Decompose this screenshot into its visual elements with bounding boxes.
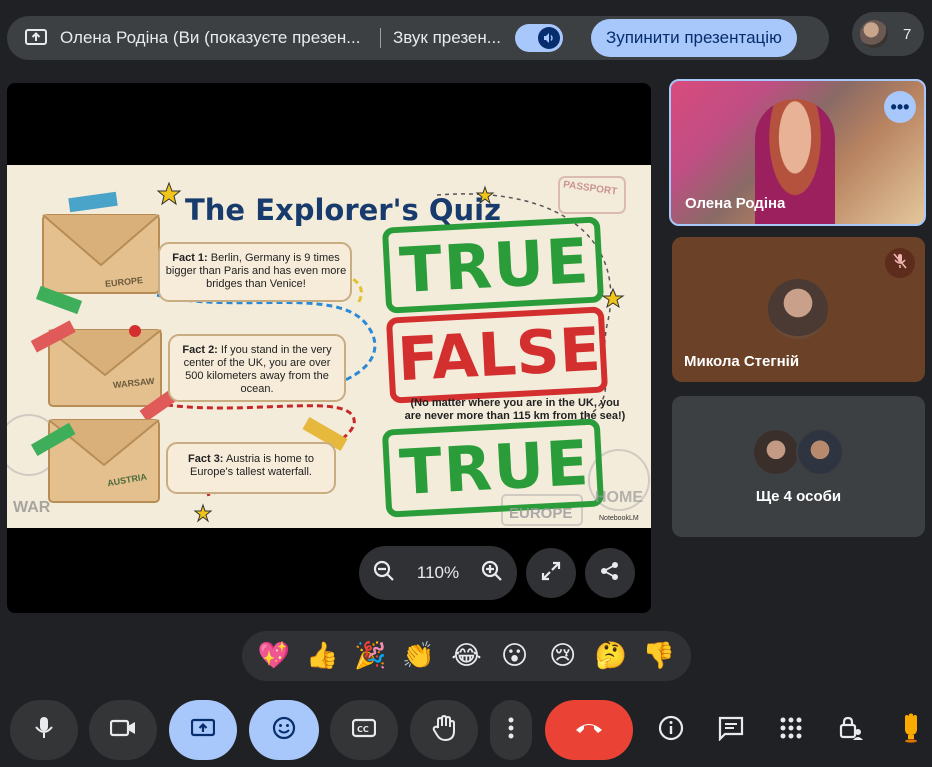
presenting-bar: Олена Родіна (Ви (показуєте презен... Зв… <box>7 16 829 60</box>
reaction-crying[interactable]: 😢 <box>546 639 580 673</box>
participant-name: Олена Родіна <box>685 195 786 212</box>
fact-1-card: Fact 1: Berlin, Germany is 9 times bigge… <box>165 252 347 291</box>
envelope-2 <box>30 320 184 422</box>
stamp-home: HOME <box>595 489 643 506</box>
participant-name: Микола Стегній <box>684 353 800 370</box>
zoom-level: 110% <box>416 563 460 582</box>
stamp-europe-bottom: EUROPE <box>509 505 573 522</box>
raise-hand-button[interactable] <box>410 700 478 760</box>
stamp-war: WAR <box>13 499 51 516</box>
fact-2-card: Fact 2: If you stand in the very center … <box>173 344 341 396</box>
fact-3-label: Fact 3: <box>188 453 224 465</box>
present-button[interactable] <box>169 700 237 760</box>
reactions-button[interactable] <box>249 700 319 760</box>
captions-icon: CC <box>351 718 377 743</box>
avatar <box>752 428 800 476</box>
reaction-thumbs-down[interactable]: 👎 <box>642 639 676 673</box>
participant-avatar <box>860 20 888 48</box>
avatar <box>768 279 828 339</box>
presentation-slide: The Explorer's Quiz Fact 1: Berlin, Germ… <box>7 165 651 528</box>
captions-button[interactable]: CC <box>330 700 398 760</box>
share-button[interactable] <box>585 548 635 598</box>
emoji-icon <box>272 716 296 745</box>
chat-button[interactable] <box>711 710 751 750</box>
mic-off-icon <box>893 252 907 274</box>
hand-icon <box>432 714 456 746</box>
mic-icon <box>34 716 54 745</box>
more-people-label: Ще 4 особи <box>755 488 842 505</box>
apps-grid-icon <box>780 717 802 744</box>
answer-2: FALSE <box>395 314 603 396</box>
fact-3-card: Fact 3: Austria is home to Europe's tall… <box>173 453 329 479</box>
raised-hand-yellow-icon <box>900 713 922 748</box>
share-icon <box>599 560 621 587</box>
presentation-sound-label: Звук презен... <box>393 28 501 47</box>
fullscreen-button[interactable] <box>526 548 576 598</box>
lock-person-icon <box>838 715 864 746</box>
reaction-party-popper[interactable]: 🎉 <box>353 639 387 673</box>
answer-note: (No matter where you are in the UK, you … <box>404 397 626 422</box>
host-controls-button[interactable] <box>831 710 871 750</box>
more-dots-icon: ••• <box>890 96 910 117</box>
reaction-surprised[interactable]: 😮 <box>498 639 532 673</box>
speaker-icon <box>537 27 560 49</box>
notebooklm-watermark: NotebookLM <box>599 515 639 522</box>
leave-call-button[interactable] <box>545 700 633 760</box>
answer-3: TRUE <box>397 426 593 509</box>
zoom-in-icon[interactable] <box>481 560 503 587</box>
end-call-icon <box>574 721 604 740</box>
reaction-thumbs-up[interactable]: 👍 <box>305 639 339 673</box>
stop-presenting-button[interactable]: Зупинити презентацію <box>590 19 797 57</box>
meeting-details-button[interactable] <box>651 710 691 750</box>
presentation-sound-toggle[interactable] <box>514 24 563 52</box>
more-options-control[interactable] <box>490 700 532 760</box>
reaction-clapping[interactable]: 👏 <box>401 639 435 673</box>
participants-button[interactable]: 7 <box>852 12 924 56</box>
participant-tile-others[interactable]: Ще 4 особи <box>672 396 925 537</box>
presenter-label: Олена Родіна (Ви (показуєте презен... <box>60 28 361 47</box>
reaction-thinking[interactable]: 🤔 <box>594 639 628 673</box>
present-screen-icon <box>24 26 48 50</box>
companion-button[interactable] <box>891 710 931 750</box>
participant-count: 7 <box>903 25 912 43</box>
reactions-bar: 💖 👍 🎉 👏 😂 😮 😢 🤔 👎 <box>242 631 691 681</box>
envelope-1 <box>35 191 160 315</box>
present-screen-icon <box>190 718 216 743</box>
expand-icon <box>540 560 562 587</box>
vertical-dots-icon <box>508 717 514 744</box>
slide-title: The Explorer's Quiz <box>185 193 501 227</box>
zoom-out-icon[interactable] <box>373 560 395 587</box>
reaction-laughing[interactable]: 😂 <box>449 639 483 673</box>
reaction-sparkling-heart[interactable]: 💖 <box>257 639 291 673</box>
mic-button[interactable] <box>10 700 78 760</box>
activities-button[interactable] <box>771 710 811 750</box>
info-icon <box>658 715 684 746</box>
camera-button[interactable] <box>89 700 157 760</box>
chat-icon <box>718 715 744 746</box>
zoom-control: 110% <box>359 546 517 600</box>
answer-1: TRUE <box>397 224 593 307</box>
svg-text:CC: CC <box>357 725 369 734</box>
fact-1-label: Fact 1: <box>172 252 208 264</box>
more-options-button[interactable]: ••• <box>884 91 916 123</box>
camera-icon <box>109 719 136 742</box>
mic-muted-badge <box>885 248 915 278</box>
divider <box>380 28 381 48</box>
fact-2-label: Fact 2: <box>182 344 218 356</box>
avatar <box>796 428 844 476</box>
